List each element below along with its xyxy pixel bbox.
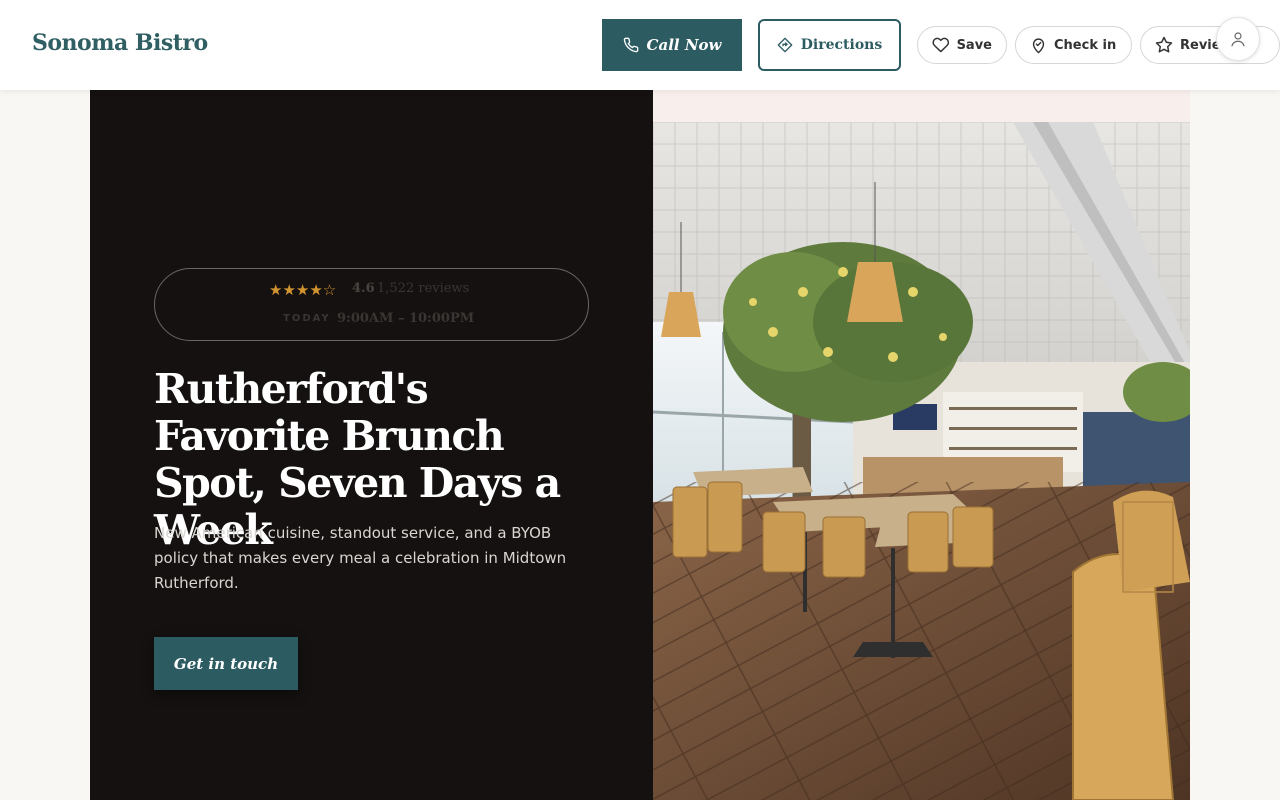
- phone-icon: [623, 37, 638, 53]
- check-in-button[interactable]: Check in: [1015, 26, 1132, 64]
- rating-hours-badge: ★★★★☆ 4.6 1,522 reviews TODAY 9:00AM – 1…: [154, 268, 589, 341]
- star-icon: [1155, 36, 1173, 53]
- restaurant-interior-photo: [653, 122, 1190, 800]
- call-now-label: Call Now: [646, 36, 722, 54]
- hero-subtext: New American cuisine, standout service, …: [154, 524, 567, 592]
- directions-button[interactable]: Directions: [758, 19, 901, 71]
- brand-logo[interactable]: Sonoma Bistro: [32, 30, 208, 56]
- get-in-touch-button[interactable]: Get in touch: [154, 637, 298, 690]
- heart-icon: [932, 37, 950, 53]
- map-pin-icon: [1032, 37, 1045, 53]
- rating-value: 4.6: [352, 281, 375, 296]
- rating-stars: ★★★★☆: [269, 281, 337, 299]
- today-hours: 9:00AM – 10:00PM: [337, 311, 475, 326]
- save-label: Save: [956, 37, 992, 53]
- interior-illustration: [653, 122, 1190, 800]
- check-in-label: Check in: [1054, 37, 1117, 53]
- call-now-button[interactable]: Call Now: [602, 19, 742, 71]
- site-header: Sonoma Bistro Call Now Directions Save C…: [0, 0, 1280, 90]
- directions-icon: [777, 37, 793, 53]
- save-button[interactable]: Save: [917, 26, 1007, 64]
- hero-photo-top-band: [653, 90, 1190, 122]
- today-label: TODAY: [283, 313, 331, 324]
- user-icon: [1231, 32, 1245, 47]
- review-count[interactable]: 1,522 reviews: [377, 281, 469, 296]
- user-avatar-button[interactable]: [1216, 17, 1260, 61]
- directions-label: Directions: [800, 37, 883, 53]
